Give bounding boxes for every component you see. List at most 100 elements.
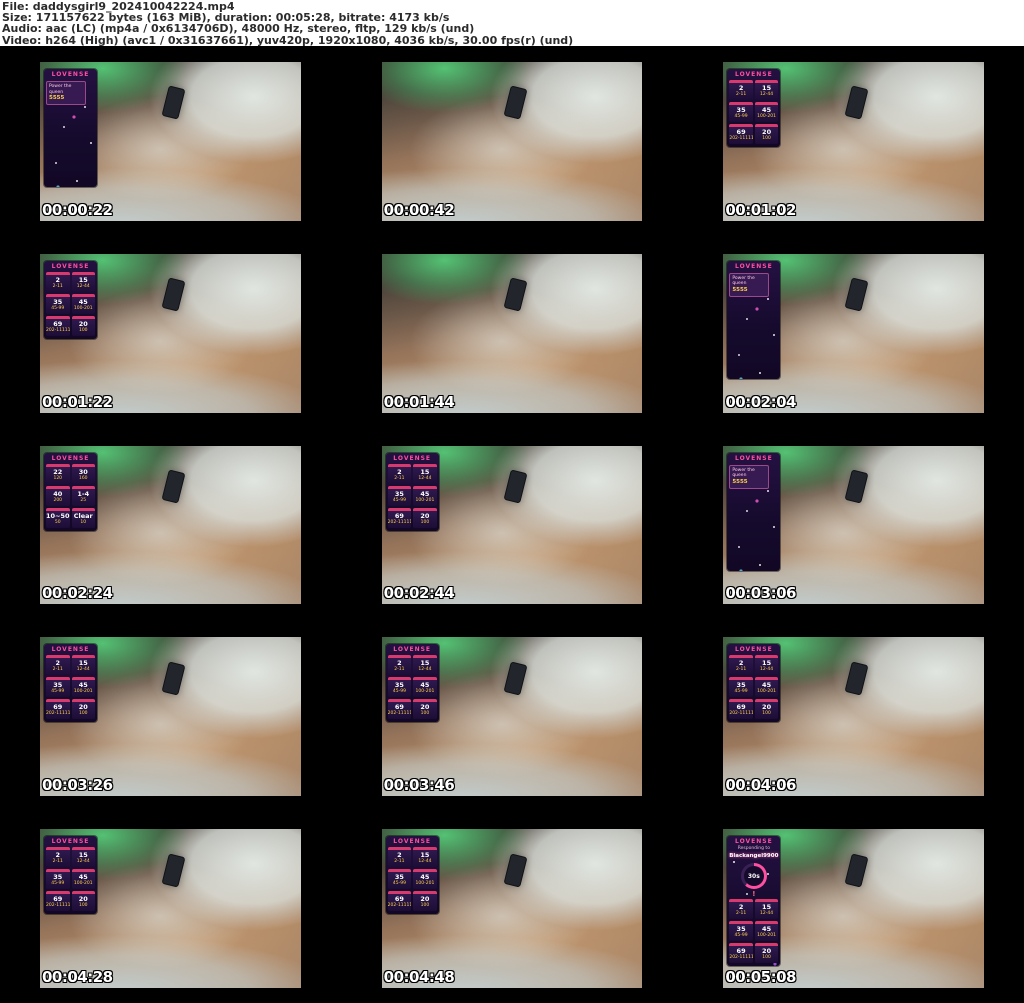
video-frame-thumbnail: LOVENSE 22-111512-443545-9945100-2016920… (40, 637, 301, 796)
phone-shape (845, 278, 869, 312)
tip-tile: 69202-11111 (46, 316, 70, 336)
tip-tile: 1512-44 (72, 272, 96, 292)
tip-tile: 45100-201 (413, 677, 437, 697)
tip-menu-overlay: LOVENSE 22-111512-443545-9945100-2016920… (44, 644, 97, 722)
alert-icon: ! (727, 890, 780, 898)
video-frame-thumbnail: LOVENSE 22-111512-443545-9945100-2016920… (723, 637, 984, 796)
lovense-logo: LOVENSE (386, 453, 439, 463)
video-frame-thumbnail: LOVENSE 22-111512-443545-9945100-2016920… (40, 829, 301, 988)
countdown-time: 30s (744, 866, 764, 886)
tip-menu-tiles: 22-111512-443545-9945100-20169202-111112… (386, 846, 439, 911)
goal-caption-text: Power the queen (49, 84, 83, 95)
frame-timestamp: 00:01:44 (384, 393, 455, 411)
tip-menu-overlay: LOVENSE Power the queen 5555 (44, 69, 97, 187)
video-frame-thumbnail: 00:01:44 (382, 254, 643, 413)
tip-menu-overlay: LOVENSE 22-111512-443545-9945100-2016920… (727, 644, 780, 722)
lovense-logo: LOVENSE (44, 836, 97, 846)
tip-tile: 45100-201 (755, 921, 779, 941)
tip-tile: 45100-201 (755, 102, 779, 122)
phone-shape (503, 469, 527, 503)
phone-shape (845, 86, 869, 120)
lovense-logo: LOVENSE (386, 836, 439, 846)
tip-tile: 69202-11111 (46, 891, 70, 911)
tip-tile: 45100-201 (72, 677, 96, 697)
tip-tile: 1512-44 (413, 847, 437, 867)
tip-menu-overlay: LOVENSE 22-111512-443545-9945100-2016920… (44, 261, 97, 339)
tip-tile: 22-11 (729, 655, 753, 675)
tip-tile: 22-11 (46, 847, 70, 867)
tip-menu-overlay: LOVENSE Power the queen 5555 (727, 261, 780, 379)
video-frame-thumbnail: LOVENSE Power the queen 5555 00:03:06 (723, 446, 984, 605)
goal-caption-value: 5555 (732, 287, 766, 294)
frame-timestamp: 00:04:06 (725, 776, 796, 794)
lovense-logo: LOVENSE (44, 69, 97, 79)
tip-tile: 20100 (72, 316, 96, 336)
tip-tile: 20100 (755, 124, 779, 144)
tip-menu-overlay: LOVENSE 22-111512-443545-9945100-2016920… (386, 836, 439, 914)
phone-shape (503, 86, 527, 120)
tip-menu-overlay: LOVENSE 22-111512-443545-9945100-2016920… (386, 453, 439, 531)
tip-tile: 10~5050 (46, 508, 70, 528)
tip-tile: 20100 (413, 699, 437, 719)
tip-tile: 69202-11111 (388, 891, 412, 911)
video-frame-thumbnail: LOVENSE Power the queen 5555 00:02:04 (723, 254, 984, 413)
tip-tile: 20100 (755, 943, 779, 963)
tip-tile: 45100-201 (413, 486, 437, 506)
tip-menu-tiles: 2212030160402001-42510~5050Clear10 (44, 463, 97, 528)
file-metadata-header: File: daddysgirl9_202410042224.mp4 Size:… (0, 0, 1024, 46)
countdown-ring: 30s (741, 863, 767, 889)
tip-menu-overlay: LOVENSE Responding to Blackangel9900 30s… (727, 836, 780, 966)
frame-timestamp: 00:04:48 (384, 968, 455, 986)
tip-menu-tiles: 22-111512-443545-9945100-20169202-111112… (727, 79, 780, 144)
video-frame-thumbnail: 00:00:42 (382, 62, 643, 221)
phone-shape (503, 661, 527, 695)
frame-timestamp: 00:00:42 (384, 201, 455, 219)
tip-tile: 40200 (46, 486, 70, 506)
phone-shape (845, 661, 869, 695)
tip-tile: 69202-11111 (729, 943, 753, 963)
tip-menu-tiles: 22-111512-443545-9945100-20169202-111112… (44, 654, 97, 719)
tip-tile: Clear10 (72, 508, 96, 528)
tip-tile: 69202-11111 (729, 699, 753, 719)
phone-shape (162, 661, 186, 695)
tip-menu-tiles: 22-111512-443545-9945100-20169202-111112… (386, 654, 439, 719)
tip-menu-tiles: 22-111512-443545-9945100-20169202-111112… (386, 463, 439, 528)
tip-tile: 22-11 (46, 655, 70, 675)
tip-tile: 45100-201 (72, 869, 96, 889)
tip-tile: 3545-99 (388, 677, 412, 697)
tip-tile: 1512-44 (72, 847, 96, 867)
tip-tile: 20100 (72, 699, 96, 719)
tip-tile: 45100-201 (413, 869, 437, 889)
tip-tile: 3545-99 (729, 102, 753, 122)
tip-tile: 1512-44 (413, 464, 437, 484)
tip-menu-tiles: 22-111512-443545-9945100-20169202-111112… (44, 271, 97, 336)
frame-timestamp: 00:02:44 (384, 584, 455, 602)
lovense-logo: LOVENSE (44, 261, 97, 271)
tip-tile: 20100 (413, 508, 437, 528)
tip-tile: 69202-11111 (388, 699, 412, 719)
tip-tile: 3545-99 (388, 869, 412, 889)
tip-menu-overlay: LOVENSE Power the queen 5555 (727, 453, 780, 571)
video-frame-thumbnail: LOVENSE 22-111512-443545-9945100-2016920… (382, 446, 643, 605)
frame-timestamp: 00:00:22 (42, 201, 113, 219)
tip-menu-tiles: 22-111512-443545-9945100-20169202-111112… (727, 654, 780, 719)
tip-menu-overlay: LOVENSE 22-111512-443545-9945100-2016920… (44, 836, 97, 914)
tip-tile: 69202-11111 (46, 699, 70, 719)
frame-timestamp: 00:01:02 (725, 201, 796, 219)
tip-tile: 3545-99 (46, 677, 70, 697)
tip-tile: 22-11 (388, 655, 412, 675)
phone-shape (162, 469, 186, 503)
lovense-logo: LOVENSE (727, 69, 780, 79)
goal-caption: Power the queen 5555 (729, 273, 769, 297)
goal-caption-text: Power the queen (732, 468, 766, 479)
goal-caption: Power the queen 5555 (46, 81, 86, 105)
tip-tile: 1512-44 (755, 80, 779, 100)
tip-tile: 3545-99 (46, 294, 70, 314)
tip-tile: 20100 (72, 891, 96, 911)
frame-timestamp: 00:05:08 (725, 968, 796, 986)
phone-shape (845, 469, 869, 503)
frame-timestamp: 00:03:46 (384, 776, 455, 794)
tip-menu-overlay: LOVENSE 22-111512-443545-9945100-2016920… (727, 69, 780, 147)
tip-tile: 1512-44 (755, 899, 779, 919)
tip-menu-overlay: LOVENSE 22-111512-443545-9945100-2016920… (386, 644, 439, 722)
